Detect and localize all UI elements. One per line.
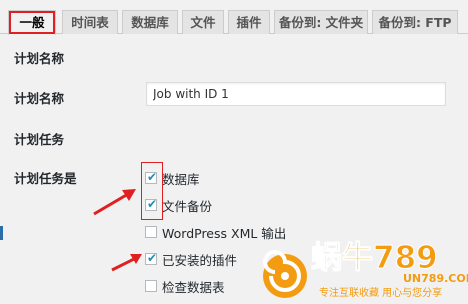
tab-files[interactable]: 文件 [182,10,224,34]
task-installed-plugins[interactable]: ✔ 已安装的插件 [145,250,237,268]
task-file-backup-label: 文件备份 [162,198,213,214]
job-name-label: 计划名称 [14,91,65,106]
tab-general[interactable]: 一般 [8,10,56,35]
task-installed-plugins-checkbox[interactable]: ✔ [145,251,158,265]
annotation-highlight-box [141,162,163,220]
task-database-label: 数据库 [162,171,200,187]
watermark-brand: 蜗牛789 [311,240,438,276]
checkmark-icon: ✔ [147,251,158,265]
task-wordpress-xml-checkbox[interactable] [145,226,157,238]
annotation-arrow-icon [111,254,142,272]
tab-plugins[interactable]: 插件 [228,10,270,34]
watermark-slogan: 专注互联收藏 用心与您分享 [319,286,442,299]
task-check-tables-label: 检查数据表 [162,279,225,295]
job-name-input[interactable] [146,82,446,106]
job-tasks-label: 计划任务是 [14,171,77,186]
watermark-logo: 蜗牛789 UN789.COM 专注互联收藏 用心与您分享 [263,240,468,299]
tab-bar: 一般 时间表 数据库 文件 插件 备份到: 文件夹 备份到: FTP [0,0,468,35]
left-edge-marker [0,226,3,240]
watermark-domain: UN789.COM [403,272,468,285]
task-installed-plugins-label: 已安装的插件 [162,252,238,268]
section-heading-job-tasks: 计划任务 [14,132,65,147]
tab-schedule[interactable]: 时间表 [62,10,118,34]
task-check-tables-checkbox[interactable] [145,280,157,292]
tab-database[interactable]: 数据库 [122,10,178,34]
tab-backup-folder[interactable]: 备份到: 文件夹 [274,10,368,34]
annotation-arrow-icon [93,189,136,216]
tab-backup-ftp[interactable]: 备份到: FTP [372,10,458,34]
task-check-tables[interactable]: 检查数据表 [145,277,225,295]
section-heading-job-name: 计划名称 [14,51,65,66]
